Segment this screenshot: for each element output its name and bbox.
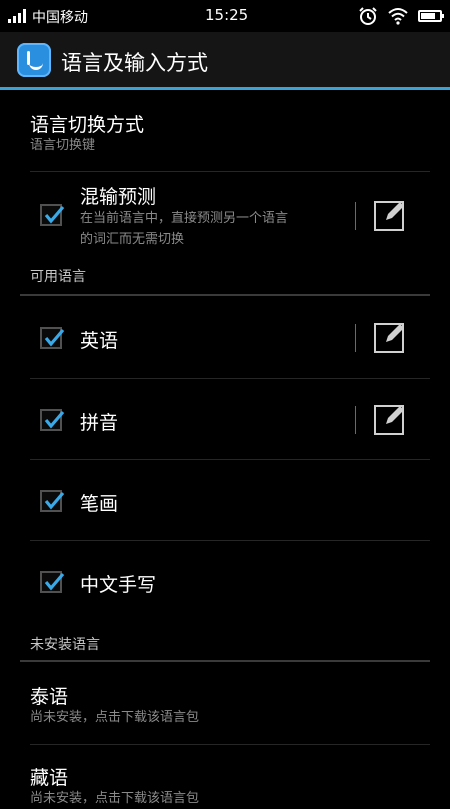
app-bar: 语言及输入方式: [0, 32, 450, 90]
item-description-line2: 的词汇而无需切换: [80, 232, 185, 247]
app-logo-icon: [17, 43, 51, 77]
uninstalled-language-thai[interactable]: 泰语 尚未安装，点击下载该语言包: [0, 662, 450, 744]
language-checkbox[interactable]: [40, 327, 65, 349]
separator: [355, 324, 356, 352]
status-bar: 中国移动 15:25: [0, 0, 450, 32]
section-header-available: 可用语言: [30, 269, 86, 285]
install-status: 尚未安装，点击下载该语言包: [30, 791, 200, 806]
language-label: 中文手写: [80, 574, 157, 596]
language-item-handwriting[interactable]: 中文手写: [0, 541, 450, 623]
separator: [355, 406, 356, 434]
page-title: 语言及输入方式: [61, 51, 208, 75]
uninstalled-language-tibetan[interactable]: 藏语 尚未安装，点击下载该语言包: [0, 745, 450, 806]
language-item-english[interactable]: 英语: [0, 296, 450, 378]
language-label: 英语: [80, 330, 119, 352]
language-checkbox[interactable]: [40, 409, 65, 431]
language-label: 笔画: [80, 493, 119, 515]
install-status: 尚未安装，点击下载该语言包: [30, 710, 200, 725]
language-checkbox[interactable]: [40, 571, 65, 593]
item-description-line1: 在当前语言中，直接预测另一个语言: [80, 211, 289, 226]
language-name: 藏语: [30, 767, 69, 789]
carrier-name: 中国移动: [32, 10, 88, 26]
item-title: 语言切换方式: [30, 114, 145, 136]
signal-icon: [8, 9, 28, 23]
alarm-icon: [359, 7, 377, 25]
wifi-icon: [388, 8, 408, 25]
clock: 15:25: [205, 6, 249, 24]
edit-icon[interactable]: [374, 405, 404, 435]
edit-icon[interactable]: [374, 323, 404, 353]
language-item-stroke[interactable]: 笔画: [0, 460, 450, 541]
item-subtitle: 语言切换键: [30, 138, 96, 153]
language-name: 泰语: [30, 686, 69, 708]
separator: [355, 202, 356, 230]
language-label: 拼音: [80, 412, 119, 434]
mixed-input-item[interactable]: 混输预测 在当前语言中，直接预测另一个语言 的词汇而无需切换: [0, 172, 450, 260]
section-header-uninstalled: 未安装语言: [30, 637, 100, 653]
language-item-pinyin[interactable]: 拼音: [0, 379, 450, 460]
language-checkbox[interactable]: [40, 490, 65, 512]
battery-icon: [418, 10, 444, 22]
mixed-input-checkbox[interactable]: [40, 204, 65, 226]
item-title: 混输预测: [80, 186, 157, 208]
edit-icon[interactable]: [374, 201, 404, 231]
language-switch-method-item[interactable]: 语言切换方式 语言切换键: [0, 90, 450, 172]
